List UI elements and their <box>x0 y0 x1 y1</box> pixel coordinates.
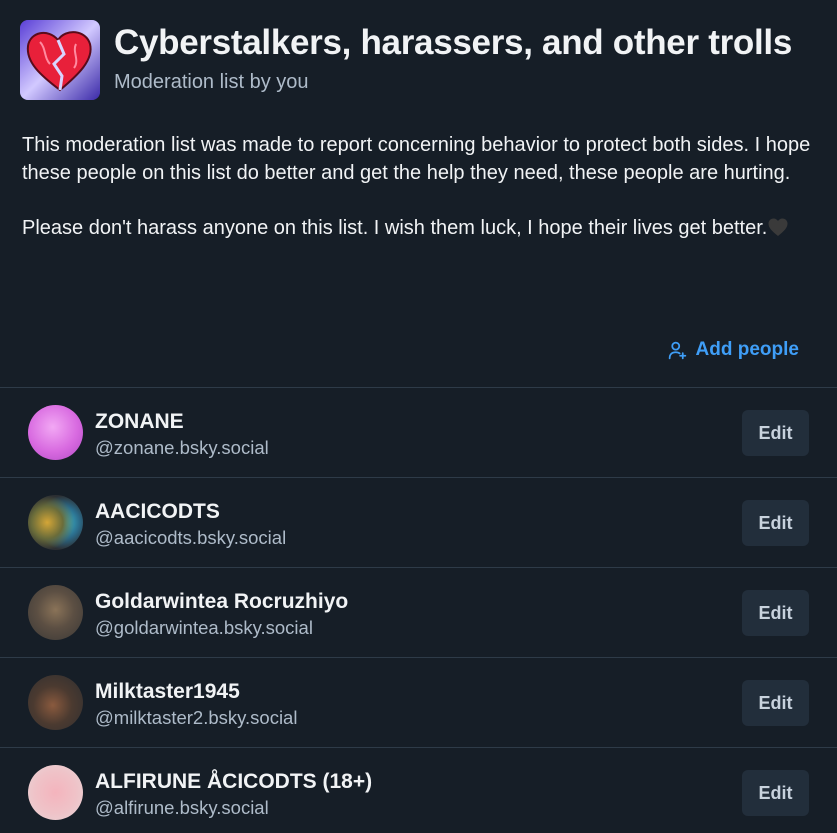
member-handle[interactable]: @goldarwintea.bsky.social <box>95 616 313 640</box>
member-row-milktaster1945[interactable]: Milktaster1945 @milktaster2.bsky.social … <box>0 657 837 747</box>
description-paragraph-2: Please don't harass anyone on this list.… <box>22 215 812 243</box>
list-header: Cyberstalkers, harassers, and other trol… <box>20 20 817 100</box>
member-name[interactable]: AACICODTS <box>95 499 220 525</box>
list-subtitle: Moderation list by you <box>114 71 309 93</box>
avatar[interactable] <box>28 405 83 460</box>
member-handle[interactable]: @aacicodts.bsky.social <box>95 526 286 550</box>
list-title: Cyberstalkers, harassers, and other trol… <box>114 23 792 62</box>
member-name[interactable]: ZONANE <box>95 409 184 435</box>
description-paragraph-2-text: Please don't harass anyone on this list.… <box>22 217 768 239</box>
black-heart-icon <box>768 218 788 236</box>
member-name[interactable]: Milktaster1945 <box>95 679 240 705</box>
avatar[interactable] <box>28 585 83 640</box>
edit-button[interactable]: Edit <box>742 590 809 636</box>
member-handle[interactable]: @milktaster2.bsky.social <box>95 706 297 730</box>
member-name[interactable]: Goldarwintea Rocruzhiyo <box>95 589 348 615</box>
description-paragraph-1: This moderation list was made to report … <box>22 134 811 184</box>
member-row-zonane[interactable]: ZONANE @zonane.bsky.social Edit <box>0 387 837 477</box>
member-row-goldarwintea[interactable]: Goldarwintea Rocruzhiyo @goldarwintea.bs… <box>0 567 837 657</box>
avatar[interactable] <box>28 765 83 820</box>
member-row-aacicodts[interactable]: AACICODTS @aacicodts.bsky.social Edit <box>0 477 837 567</box>
list-description: This moderation list was made to report … <box>22 132 812 271</box>
edit-button[interactable]: Edit <box>742 680 809 726</box>
avatar[interactable] <box>28 495 83 550</box>
member-handle[interactable]: @alfirune.bsky.social <box>95 796 269 820</box>
member-list: ZONANE @zonane.bsky.social Edit AACICODT… <box>0 387 837 833</box>
member-handle[interactable]: @zonane.bsky.social <box>95 436 269 460</box>
add-people-label: Add people <box>695 339 799 360</box>
avatar[interactable] <box>28 675 83 730</box>
moderation-list-page: Cyberstalkers, harassers, and other trol… <box>0 0 837 833</box>
edit-button[interactable]: Edit <box>742 500 809 546</box>
edit-button[interactable]: Edit <box>742 410 809 456</box>
add-people-button[interactable]: Add people <box>667 336 799 364</box>
member-name[interactable]: ALFIRUNE ÅCICODTS (18+) <box>95 769 372 795</box>
list-avatar <box>20 20 100 100</box>
person-plus-icon <box>668 341 686 359</box>
edit-button[interactable]: Edit <box>742 770 809 816</box>
member-row-alfirune[interactable]: ALFIRUNE ÅCICODTS (18+) @alfirune.bsky.s… <box>0 747 837 833</box>
